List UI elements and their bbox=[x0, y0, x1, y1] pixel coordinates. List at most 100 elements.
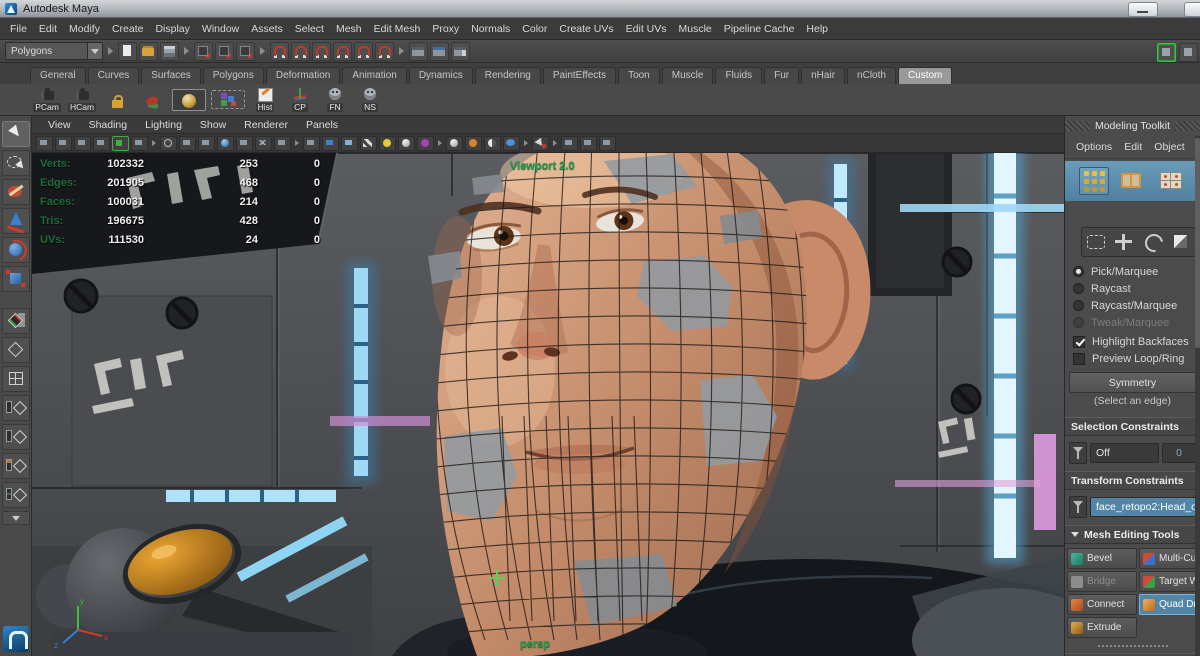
new-scene-icon[interactable] bbox=[118, 42, 137, 61]
group-collapse-icon[interactable] bbox=[438, 140, 442, 146]
group-collapse-icon[interactable] bbox=[524, 140, 528, 146]
symmetry-button[interactable]: Symmetry bbox=[1069, 372, 1196, 393]
shelf-tab-toon[interactable]: Toon bbox=[618, 67, 660, 84]
edge-mode-button[interactable] bbox=[1117, 167, 1147, 195]
open-scene-icon[interactable] bbox=[139, 42, 158, 61]
isolate-select-icon[interactable] bbox=[532, 136, 549, 151]
shelf-tab-muscle[interactable]: Muscle bbox=[662, 67, 714, 84]
drag-handle-icon[interactable] bbox=[1175, 121, 1200, 131]
connect-button[interactable]: Connect bbox=[1067, 594, 1137, 615]
render-settings-icon[interactable] bbox=[451, 42, 470, 61]
menu-item-color[interactable]: Color bbox=[516, 23, 553, 35]
minimize-button[interactable] bbox=[1128, 2, 1158, 17]
move-manip-button[interactable] bbox=[1113, 232, 1135, 252]
bounding-box-mode-icon[interactable] bbox=[198, 136, 215, 151]
default-material-icon[interactable] bbox=[303, 136, 320, 151]
pmenu-item-lighting[interactable]: Lighting bbox=[137, 119, 190, 131]
shelf-tab-polygons[interactable]: Polygons bbox=[203, 67, 264, 84]
constraint-count-field[interactable]: 0 bbox=[1162, 443, 1196, 463]
pmenu-item-view[interactable]: View bbox=[40, 119, 79, 131]
shelf-item-creature[interactable] bbox=[137, 90, 167, 110]
shelf-item-sphere[interactable] bbox=[172, 89, 206, 111]
light-gray-icon[interactable] bbox=[398, 136, 415, 151]
rotate-manip-button[interactable] bbox=[1142, 232, 1164, 252]
pmenu-item-shading[interactable]: Shading bbox=[81, 119, 136, 131]
shelf-item-ns[interactable]: NS bbox=[355, 87, 385, 112]
shelf-tab-nhair[interactable]: nHair bbox=[801, 67, 845, 84]
shelf-tab-fur[interactable]: Fur bbox=[764, 67, 799, 84]
shelf-tab-curves[interactable]: Curves bbox=[88, 67, 140, 84]
lasso-tool-icon[interactable] bbox=[2, 150, 30, 176]
shelf-tab-dynamics[interactable]: Dynamics bbox=[409, 67, 473, 84]
menu-item-create-uvs[interactable]: Create UVs bbox=[553, 23, 619, 35]
transform-constraint-dropdown[interactable]: face_retopo2:Head_only1:Me bbox=[1090, 497, 1196, 517]
textured-mode-icon[interactable] bbox=[274, 136, 291, 151]
scale-tool-icon[interactable] bbox=[2, 266, 30, 292]
shelf-tab-deformation[interactable]: Deformation bbox=[266, 67, 340, 84]
menu-item-edit[interactable]: Edit bbox=[33, 23, 63, 35]
multi-cut-button[interactable]: Multi-Cu bbox=[1139, 548, 1200, 569]
group-collapse-icon[interactable] bbox=[108, 47, 113, 55]
grease-frames-icon[interactable] bbox=[131, 136, 148, 151]
toolkit-scrollbar[interactable] bbox=[1195, 136, 1200, 656]
attr-editor-toggle-icon[interactable] bbox=[1179, 43, 1198, 62]
save-scene-icon[interactable] bbox=[160, 42, 179, 61]
toolkit-header[interactable]: Modeling Toolkit bbox=[1065, 116, 1200, 136]
group-collapse-icon[interactable] bbox=[260, 47, 265, 55]
shelf-item-pcam[interactable]: PCam bbox=[32, 87, 62, 112]
orange-sphere-icon[interactable] bbox=[465, 136, 482, 151]
group-collapse-icon[interactable] bbox=[399, 47, 404, 55]
image-plane-icon[interactable] bbox=[74, 136, 91, 151]
preview-loop-ring-checkbox[interactable]: Preview Loop/Ring bbox=[1065, 350, 1200, 367]
menu-item-proxy[interactable]: Proxy bbox=[426, 23, 465, 35]
persp-graph-layout-button[interactable] bbox=[2, 424, 30, 450]
radio-pick-marquee[interactable]: Pick/Marquee bbox=[1065, 263, 1200, 280]
soft-select-button[interactable] bbox=[1170, 232, 1192, 252]
select-camera-icon[interactable] bbox=[36, 136, 53, 151]
rotate-tool-icon[interactable] bbox=[2, 237, 30, 263]
snap-grid-icon[interactable] bbox=[270, 42, 289, 61]
shelf-tab-painteffects[interactable]: PaintEffects bbox=[543, 67, 616, 84]
drag-handle-icon[interactable] bbox=[1065, 121, 1090, 131]
snap-plane-icon[interactable] bbox=[354, 42, 373, 61]
paint-select-tool-icon[interactable] bbox=[2, 179, 30, 205]
tkmenu-item-options[interactable]: Options bbox=[1071, 141, 1117, 153]
group-collapse-icon[interactable] bbox=[152, 140, 156, 146]
select-component-icon[interactable] bbox=[236, 42, 255, 61]
snap-curve-icon[interactable] bbox=[291, 42, 310, 61]
shelf-item-components[interactable] bbox=[211, 90, 245, 109]
view-cube-icon[interactable] bbox=[93, 136, 110, 151]
xray-mode-icon[interactable] bbox=[255, 136, 272, 151]
radio-raycast[interactable]: Raycast bbox=[1065, 280, 1200, 297]
persp-outliner-layout-button[interactable] bbox=[2, 395, 30, 421]
face-mode-button[interactable] bbox=[1156, 167, 1186, 195]
title-bar[interactable]: Autodesk Maya bbox=[0, 0, 1200, 18]
shelf-tab-animation[interactable]: Animation bbox=[342, 67, 406, 84]
highlight-backfaces-checkbox[interactable]: Highlight Backfaces bbox=[1065, 333, 1200, 350]
target-weld-button[interactable]: Target W bbox=[1139, 571, 1200, 592]
selection-constraint-dropdown[interactable]: Off bbox=[1090, 443, 1159, 463]
smooth-shade-mode-icon[interactable] bbox=[217, 136, 234, 151]
ipr-render-icon[interactable] bbox=[430, 42, 449, 61]
share-view-icon[interactable] bbox=[599, 136, 616, 151]
menu-item-edit-uvs[interactable]: Edit UVs bbox=[620, 23, 673, 35]
menu-item-pipeline-cache[interactable]: Pipeline Cache bbox=[718, 23, 801, 35]
hypershade-persp-layout-button[interactable] bbox=[2, 453, 30, 479]
snap-point-icon[interactable] bbox=[312, 42, 331, 61]
select-object-icon[interactable] bbox=[215, 42, 234, 61]
menu-item-assets[interactable]: Assets bbox=[245, 23, 289, 35]
four-pane-layout-button[interactable] bbox=[2, 366, 30, 392]
menu-item-help[interactable]: Help bbox=[800, 23, 834, 35]
shelf-tab-ncloth[interactable]: nCloth bbox=[847, 67, 896, 84]
menu-item-normals[interactable]: Normals bbox=[465, 23, 516, 35]
light-purple-icon[interactable] bbox=[417, 136, 434, 151]
single-pane-layout-button[interactable] bbox=[2, 337, 30, 363]
snap-center-icon[interactable] bbox=[333, 42, 352, 61]
extrude-button[interactable]: Extrude bbox=[1067, 617, 1137, 638]
maximize-button[interactable] bbox=[1184, 2, 1200, 17]
grease-pencil-icon[interactable] bbox=[112, 136, 129, 151]
points-mode-icon[interactable] bbox=[179, 136, 196, 151]
xray-cube-icon[interactable] bbox=[561, 136, 578, 151]
quick-layout-thumb-button[interactable] bbox=[2, 308, 30, 334]
checker-material-icon[interactable] bbox=[360, 136, 377, 151]
